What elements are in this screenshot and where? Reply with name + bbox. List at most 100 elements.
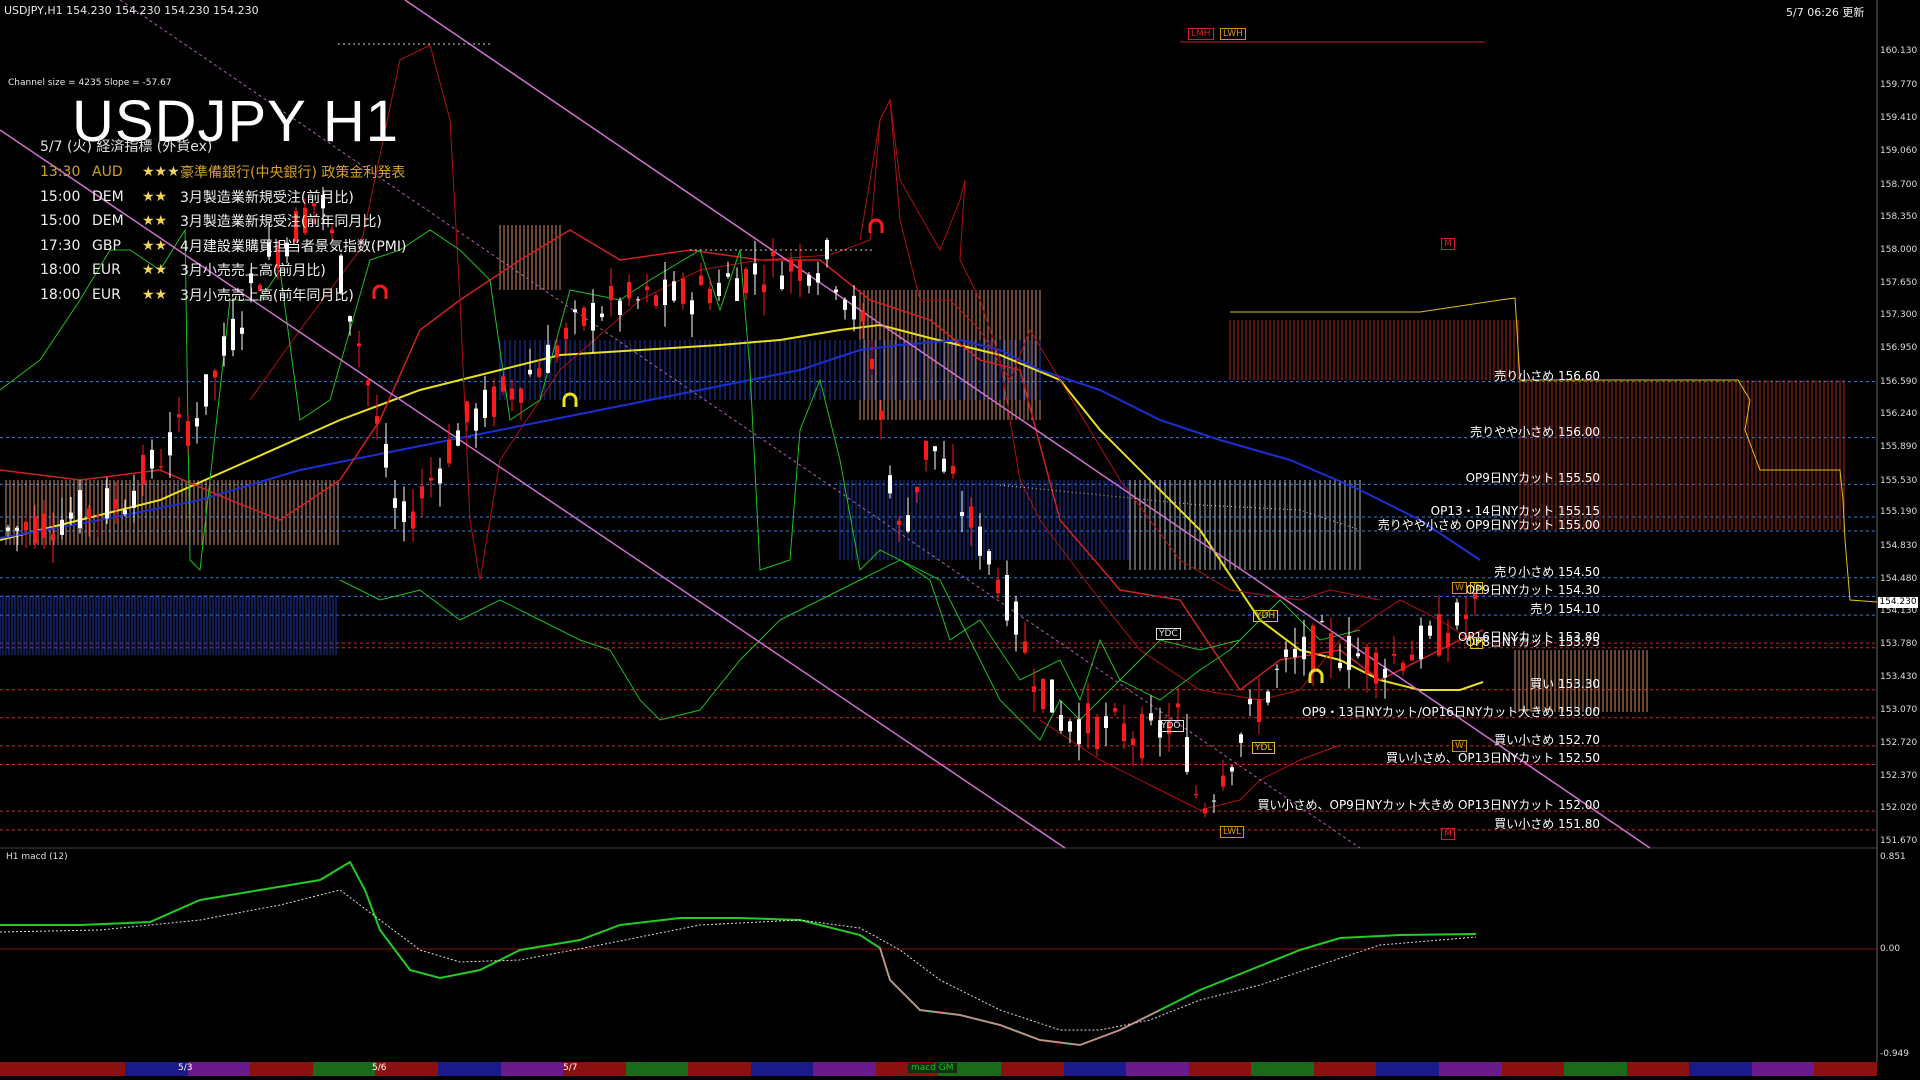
candle-body <box>771 251 775 257</box>
candle-body <box>897 520 901 525</box>
channel-line <box>404 0 1651 849</box>
candle-body <box>942 458 946 472</box>
level-label: 売りやや小さめ OP9日NYカット 155.00 <box>1377 518 1600 533</box>
candle-body <box>384 443 388 468</box>
candle-body <box>159 466 163 468</box>
candle-body <box>1275 668 1279 670</box>
candle-body <box>69 512 73 519</box>
news-currency: EUR <box>92 286 121 303</box>
candle-body <box>1266 691 1270 703</box>
price-tick: 155.890 <box>1880 441 1918 452</box>
price-tick: 154.830 <box>1880 540 1918 551</box>
session-segment <box>1251 1062 1314 1076</box>
candle-body <box>1122 723 1126 742</box>
session-segment <box>1814 1062 1877 1076</box>
candle-body <box>987 551 991 565</box>
news-currency: DEM <box>92 188 124 205</box>
candle-body <box>240 327 244 334</box>
level-label: OP9日NYカット 155.50 <box>1465 471 1600 486</box>
candle-body <box>1005 575 1009 621</box>
session-segment <box>1126 1062 1189 1076</box>
candle-body <box>1284 649 1288 657</box>
session-segment <box>1626 1062 1690 1076</box>
session-segment <box>250 1062 313 1076</box>
session-segment <box>1063 1062 1127 1076</box>
candle-body <box>1212 800 1216 802</box>
candle-body <box>456 430 460 446</box>
candle-body <box>1293 648 1297 658</box>
candle-body <box>555 345 559 358</box>
price-tick: 159.770 <box>1880 79 1918 90</box>
level-label: 買い 153.30 <box>1530 676 1600 691</box>
news-currency: EUR <box>92 262 121 279</box>
macd-tick-min: -0.949 <box>1880 1049 1910 1059</box>
candle-body <box>1113 708 1117 712</box>
news-currency: GBP <box>92 237 121 254</box>
candle-body <box>1446 632 1450 648</box>
signal-icon <box>1308 668 1324 683</box>
session-segment <box>1564 1062 1627 1076</box>
candle-body <box>654 295 658 306</box>
candle-body <box>753 263 757 275</box>
news-event: 3月小売売上高(前月比) <box>180 263 326 280</box>
candle-body <box>510 388 514 400</box>
candle-body <box>1203 808 1207 814</box>
trading-chart[interactable]: USDJPY,H1 154.230 154.230 154.230 154.23… <box>0 0 1920 1080</box>
candle-body <box>627 281 631 299</box>
candle-body <box>357 343 361 347</box>
candle-body <box>1077 719 1081 745</box>
session-segment <box>437 1062 501 1076</box>
candle-body <box>402 501 406 523</box>
candle-body <box>1401 662 1405 671</box>
session-segment <box>813 1062 876 1076</box>
level-label: OP8日NYカット 153.75 <box>1465 634 1600 649</box>
level-marker: W <box>1452 740 1467 752</box>
candle-body <box>123 510 127 515</box>
candle-body <box>465 401 469 423</box>
candle-body <box>1419 625 1423 660</box>
price-tick: 160.130 <box>1880 46 1918 56</box>
session-segment <box>1313 1062 1377 1076</box>
level-marker: YDL <box>1252 742 1276 754</box>
candle-body <box>762 284 766 293</box>
price-tick: 156.240 <box>1880 409 1918 420</box>
candle-body <box>726 273 730 277</box>
candle-body <box>1149 713 1153 721</box>
price-tick: 151.670 <box>1880 836 1918 846</box>
candle-body <box>1437 614 1441 656</box>
candle-body <box>582 307 586 326</box>
news-stars: ★★ <box>142 213 168 230</box>
candle-body <box>78 490 82 529</box>
session-segment <box>1188 1062 1252 1076</box>
candle-body <box>933 446 937 452</box>
date-label: 5/3 <box>178 1063 193 1073</box>
candle-body <box>663 279 667 306</box>
price-tick: 159.410 <box>1880 113 1918 124</box>
candle-body <box>600 313 604 318</box>
candle-body <box>969 506 973 528</box>
candle-body <box>1140 713 1144 759</box>
candle-body <box>735 278 739 301</box>
candle-body <box>1185 737 1189 772</box>
level-marker: D <box>1470 637 1483 649</box>
candle-body <box>1041 678 1045 710</box>
level-marker: YDO <box>1158 720 1184 732</box>
candle-body <box>1347 636 1351 670</box>
candle-body <box>429 477 433 481</box>
candle-body <box>609 286 613 301</box>
news-stars: ★★ <box>142 262 168 279</box>
candle-body <box>1338 662 1342 669</box>
level-label: 売り小さめ 154.50 <box>1494 564 1600 579</box>
candle-body <box>1248 698 1252 705</box>
candle-body <box>42 513 46 538</box>
level-marker: D <box>1470 582 1483 594</box>
candle-body <box>1086 703 1090 734</box>
indicator-tag: macd GM <box>908 1063 957 1073</box>
level-label: 売り 154.10 <box>1530 602 1600 617</box>
candle-body <box>699 275 703 285</box>
session-segment <box>1501 1062 1565 1076</box>
candle-body <box>519 388 523 403</box>
level-label: 買い小さめ、OP9日NYカット大きめ OP13日NYカット 152.00 <box>1257 798 1601 813</box>
candle-body <box>591 303 595 331</box>
date-label: 5/6 <box>372 1063 387 1073</box>
